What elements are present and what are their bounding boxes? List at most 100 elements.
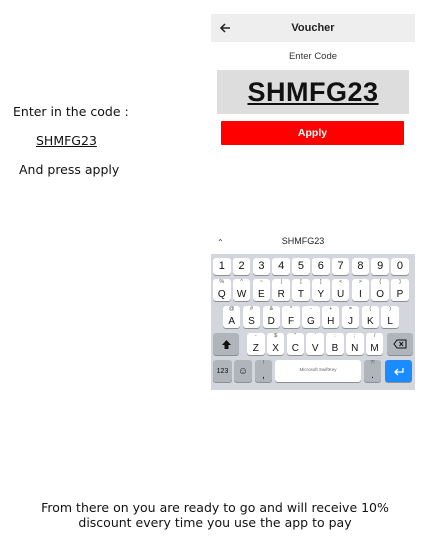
- key-label: 1: [218, 260, 225, 272]
- key-a[interactable]: @ A: [222, 306, 241, 328]
- key-o[interactable]: {O: [371, 279, 389, 301]
- key-label: C: [291, 343, 299, 354]
- key-z[interactable]: -Z: [247, 333, 265, 355]
- key-e[interactable]: ~ E: [252, 279, 271, 301]
- key-label: 0: [396, 260, 404, 272]
- key-label: .: [371, 370, 374, 381]
- key-l[interactable]: ) L: [381, 306, 399, 328]
- backspace-key[interactable]: [387, 333, 413, 355]
- key-secondary-label: $: [274, 333, 278, 339]
- key-secondary-label: <: [338, 279, 343, 285]
- key-8[interactable]: 8: [351, 258, 370, 275]
- key-secondary-label: ?!: [370, 360, 375, 366]
- key-g[interactable]: -G: [302, 306, 320, 328]
- footer-text: From there on you are ready to go and wi…: [20, 500, 410, 530]
- keyboard-suggestion[interactable]: SHMFG23: [211, 236, 395, 246]
- key-q[interactable]: % Q: [213, 279, 231, 301]
- key-label: Y: [317, 289, 325, 300]
- key-label: I: [359, 289, 362, 300]
- key-d[interactable]: & D: [262, 306, 281, 328]
- key-label: A: [228, 316, 236, 327]
- code-input-value[interactable]: SHMFG23: [217, 70, 409, 114]
- key-secondary-label: ^: [240, 279, 243, 285]
- key-c[interactable]: " C: [286, 333, 305, 355]
- mode-key-label: 123: [213, 360, 232, 382]
- key-w[interactable]: ^ W: [232, 279, 251, 301]
- key-6[interactable]: 6: [312, 258, 330, 275]
- key-1[interactable]: 1: [213, 258, 231, 275]
- key-s[interactable]: # S: [242, 306, 261, 328]
- key-u[interactable]: < U: [331, 279, 350, 301]
- key-j[interactable]: = J: [341, 306, 360, 328]
- key-label: H: [327, 316, 335, 327]
- space-key-label: Microsoft SwiftKey: [299, 367, 337, 372]
- key-label: X: [272, 343, 279, 354]
- key-label: 4: [278, 260, 285, 272]
- keyboard: 1 2 3 4 5 6 7 8 9 0% Q ^ W ~ E | R[T] Y < U > I{O} P @ A # S & D * F - G…: [211, 254, 415, 390]
- key-label: J: [347, 316, 353, 327]
- key-secondary-label: [: [300, 279, 302, 285]
- key-label: ,: [262, 370, 265, 381]
- key-secondary-label: -: [309, 306, 312, 312]
- emoji-key[interactable]: ☺: [234, 360, 252, 382]
- key-label: 3: [258, 260, 265, 272]
- key-i[interactable]: > I: [351, 279, 370, 301]
- key-secondary-label: ': [314, 333, 316, 339]
- key-m[interactable]: / M: [365, 333, 384, 355]
- enter-icon: [385, 360, 412, 382]
- key-secondary-label: &: [269, 306, 274, 312]
- key-label: K: [366, 316, 374, 327]
- key-secondary-label: ): [389, 306, 392, 312]
- key-k[interactable]: (K: [361, 306, 380, 328]
- key-secondary-label: (: [369, 306, 372, 312]
- mode-key-text: 123: [216, 367, 229, 375]
- key-7[interactable]: 7: [331, 258, 350, 275]
- key-label: M: [370, 343, 379, 354]
- key-2[interactable]: 2: [232, 258, 251, 275]
- key-label: 8: [357, 260, 364, 272]
- key-secondary-label: *: [290, 306, 293, 312]
- key-h[interactable]: + H: [321, 306, 340, 328]
- key-secondary-label: ]: [320, 279, 322, 285]
- key-x[interactable]: $ X: [266, 333, 285, 355]
- key-secondary-label: |: [280, 279, 282, 285]
- key-9[interactable]: 9: [371, 258, 389, 275]
- key-y[interactable]: ] Y: [312, 279, 330, 301]
- shift-key[interactable]: [213, 333, 239, 355]
- key-label: E: [258, 289, 265, 300]
- key-secondary-label: :: [334, 333, 336, 339]
- key-4[interactable]: 4: [272, 258, 290, 275]
- key-v[interactable]: ' V: [306, 333, 324, 355]
- key-0[interactable]: 0: [391, 258, 409, 275]
- key-r[interactable]: | R: [272, 279, 290, 301]
- enter-key[interactable]: [385, 360, 412, 382]
- key-5[interactable]: 5: [292, 258, 310, 275]
- key-label: Q: [217, 289, 226, 300]
- key-label: 9: [377, 260, 384, 272]
- key-label: F: [288, 316, 295, 327]
- key-f[interactable]: * F: [282, 306, 300, 328]
- key-label: O: [376, 289, 385, 300]
- key-3[interactable]: 3: [252, 258, 271, 275]
- key-p[interactable]: } P: [391, 279, 409, 301]
- key-label: S: [248, 316, 255, 327]
- comma-key[interactable]: !,: [255, 360, 272, 382]
- instruction-code: SHMFG23: [36, 133, 97, 148]
- emoji-icon: ☺: [237, 365, 249, 377]
- key-label: L: [387, 316, 393, 327]
- apply-button[interactable]: Apply: [221, 121, 404, 145]
- key-secondary-label: }: [399, 279, 401, 285]
- key-label: N: [351, 343, 359, 354]
- key-label: R: [277, 289, 285, 300]
- space-key[interactable]: Microsoft SwiftKey: [275, 360, 361, 382]
- key-label: P: [396, 289, 404, 300]
- key-b[interactable]: :B: [326, 333, 344, 355]
- key-label: W: [236, 289, 247, 300]
- key-secondary-label: ;: [354, 333, 356, 339]
- key-n[interactable]: ; N: [346, 333, 364, 355]
- period-key[interactable]: ?!.: [364, 360, 381, 382]
- key-t[interactable]: [T: [292, 279, 310, 301]
- key-label: 7: [337, 260, 344, 272]
- key-label: U: [336, 289, 345, 300]
- mode-key-123[interactable]: 123: [213, 360, 232, 382]
